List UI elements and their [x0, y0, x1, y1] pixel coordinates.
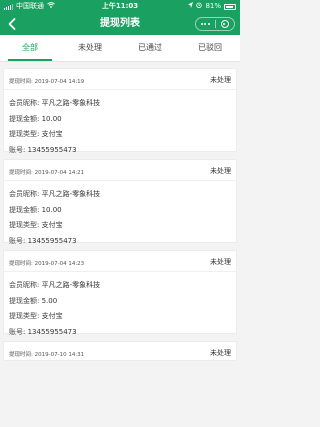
account-row: 账号: 13455955473 [9, 327, 77, 336]
amount-row: 提现金额: 10.00 [9, 114, 62, 123]
amount-value: 5.00 [41, 296, 58, 305]
alarm-icon [196, 0, 203, 13]
status-badge: 未处理 [210, 76, 231, 84]
more-dots-icon [200, 23, 210, 25]
card-header: 提现时间: 2019-07-04 14:19 未处理 [4, 69, 236, 90]
tab-pending[interactable]: 未处理 [60, 35, 120, 61]
type-row: 提现类型: 支付宝 [9, 130, 63, 138]
member-row: 会员昵称: 平凡之路-零象科技 [9, 99, 101, 107]
account-value: 13455955473 [27, 327, 77, 336]
type-value: 支付宝 [41, 312, 63, 320]
close-mini-program-button[interactable] [216, 18, 235, 30]
amount-row: 提现金额: 10.00 [9, 205, 62, 214]
filter-tabs: 全部 未处理 已通过 已驳回 [0, 35, 240, 62]
type-row: 提现类型: 支付宝 [9, 312, 63, 320]
tab-all[interactable]: 全部 [0, 35, 60, 61]
member-row: 会员昵称: 平凡之路-零象科技 [9, 281, 101, 289]
card-header: 提现时间: 2019-07-10 14:31 未处理 [4, 342, 236, 362]
withdrawal-card[interactable]: 提现时间: 2019-07-10 14:31 未处理 [3, 341, 237, 361]
more-button[interactable] [196, 18, 215, 30]
type-row: 提现类型: 支付宝 [9, 221, 63, 229]
target-icon [220, 20, 229, 28]
tab-approved[interactable]: 已通过 [120, 35, 180, 61]
card-header: 提现时间: 2019-07-04 14:23 未处理 [4, 251, 236, 272]
tab-rejected[interactable]: 已驳回 [180, 35, 240, 61]
account-row: 账号: 13455955473 [9, 236, 77, 245]
status-badge: 未处理 [210, 349, 231, 357]
amount-value: 10.00 [41, 205, 62, 214]
card-header: 提现时间: 2019-07-04 14:21 未处理 [4, 160, 236, 181]
withdrawal-card[interactable]: 提现时间: 2019-07-04 14:19 未处理 会员昵称: 平凡之路-零象… [3, 68, 237, 154]
amount-row: 提现金额: 5.00 [9, 296, 58, 305]
nav-bar: 提现列表 [0, 13, 240, 35]
withdrawal-card[interactable]: 提现时间: 2019-07-04 14:21 未处理 会员昵称: 平凡之路-零象… [3, 159, 237, 245]
withdrawal-list: 提现时间: 2019-07-04 14:19 未处理 会员昵称: 平凡之路-零象… [0, 68, 240, 368]
account-value: 13455955473 [27, 145, 77, 154]
status-bar: 中国联通 上午11:03 81% [0, 0, 240, 13]
status-badge: 未处理 [210, 258, 231, 266]
account-value: 13455955473 [27, 236, 77, 245]
battery-level: 81% [205, 2, 221, 10]
status-badge: 未处理 [210, 167, 231, 175]
member-name: 平凡之路-零象科技 [41, 190, 101, 198]
member-name: 平凡之路-零象科技 [41, 281, 101, 289]
amount-value: 10.00 [41, 114, 62, 123]
withdrawal-card[interactable]: 提现时间: 2019-07-04 14:23 未处理 会员昵称: 平凡之路-零象… [3, 250, 237, 336]
withdraw-time: 提现时间: 2019-07-04 14:23 [9, 261, 85, 267]
withdraw-time: 提现时间: 2019-07-10 14:31 [9, 352, 85, 358]
withdraw-time: 提现时间: 2019-07-04 14:21 [9, 170, 85, 176]
member-name: 平凡之路-零象科技 [41, 99, 101, 107]
battery-icon [224, 3, 236, 10]
type-value: 支付宝 [41, 221, 63, 229]
withdraw-time: 提现时间: 2019-07-04 14:19 [9, 79, 85, 85]
account-row: 账号: 13455955473 [9, 145, 77, 154]
member-row: 会员昵称: 平凡之路-零象科技 [9, 190, 101, 198]
mini-program-capsule [195, 17, 235, 31]
type-value: 支付宝 [41, 130, 63, 138]
location-icon [188, 0, 194, 13]
